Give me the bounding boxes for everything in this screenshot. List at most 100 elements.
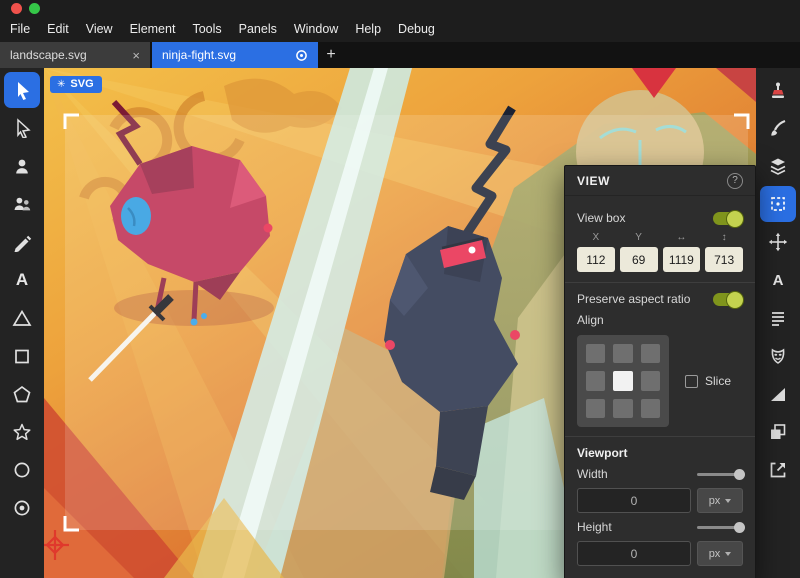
viewbox-width-input[interactable]: 1119 [663, 247, 701, 272]
transform-panel-button[interactable] [760, 224, 796, 260]
left-toolbar: A [0, 68, 44, 578]
y-label: Y [620, 232, 658, 243]
close-icon[interactable]: × [132, 49, 140, 62]
align-cell[interactable] [641, 399, 660, 418]
star-icon [12, 422, 32, 442]
triangle-tool[interactable] [4, 300, 40, 336]
text-lines-icon [768, 308, 788, 328]
theater-mask-icon [768, 346, 788, 366]
panel-title: VIEW [577, 174, 610, 188]
tab-landscape[interactable]: landscape.svg × [0, 42, 150, 68]
slice-checkbox[interactable] [685, 375, 698, 388]
width-arrow-label: ↔ [663, 232, 701, 243]
typography-panel-button[interactable]: A [760, 262, 796, 298]
y-input[interactable]: 69 [620, 247, 658, 272]
unit-label: px [709, 548, 721, 560]
view-panel-header: VIEW ? [565, 166, 755, 196]
triangle-icon [12, 308, 32, 328]
viewbox-height-input[interactable]: 713 [705, 247, 743, 272]
x-input[interactable]: 112 [577, 247, 615, 272]
slope-icon [768, 384, 788, 404]
menu-panels[interactable]: Panels [239, 22, 277, 36]
typography-icon: A [773, 272, 784, 289]
svg-badge-label: SVG [70, 78, 93, 90]
fill-stamp-panel-button[interactable] [760, 72, 796, 108]
menu-edit[interactable]: Edit [47, 22, 69, 36]
rectangle-tool[interactable] [4, 338, 40, 374]
view-panel: VIEW ? View box X 112 Y 69 ↔ 1119 [564, 165, 756, 578]
menu-element[interactable]: Element [130, 22, 176, 36]
viewport-width-slider[interactable] [697, 473, 743, 476]
masking-panel-button[interactable] [760, 338, 796, 374]
text-panel-button[interactable] [760, 300, 796, 336]
select-tool[interactable] [4, 72, 40, 108]
view-box-fields: X 112 Y 69 ↔ 1119 ↕ 713 [577, 232, 743, 272]
cursor-icon [12, 80, 32, 100]
pentagon-icon [12, 384, 32, 404]
square-icon [12, 346, 32, 366]
view-box-toggle[interactable] [713, 212, 743, 225]
ellipse-tool[interactable] [4, 452, 40, 488]
preserve-aspect-ratio-toggle[interactable] [713, 293, 743, 306]
tool-person[interactable] [4, 148, 40, 184]
align-cell[interactable] [613, 399, 632, 418]
svg-mode-badge[interactable]: ✳ SVG [50, 76, 102, 93]
pencil-icon [12, 232, 32, 252]
align-cell-center[interactable] [613, 371, 632, 390]
concentric-circle-tool[interactable] [4, 490, 40, 526]
help-button[interactable]: ? [727, 173, 743, 189]
new-tab-button[interactable]: + [318, 42, 344, 68]
align-cell[interactable] [586, 344, 605, 363]
menu-file[interactable]: File [10, 22, 30, 36]
view-box-label: View box [577, 211, 625, 225]
zoom-window-button[interactable] [29, 3, 40, 14]
pencil-tool[interactable] [4, 224, 40, 260]
menu-tools[interactable]: Tools [192, 22, 221, 36]
x-label: X [577, 232, 615, 243]
stamp-icon [768, 80, 788, 100]
slice-label: Slice [705, 374, 731, 388]
view-panel-button[interactable] [760, 186, 796, 222]
menu-help[interactable]: Help [355, 22, 381, 36]
viewport-height-unit-select[interactable]: px [697, 541, 743, 566]
align-cell[interactable] [613, 344, 632, 363]
person-group-icon [12, 194, 32, 214]
pentagon-tool[interactable] [4, 376, 40, 412]
tool-person-group[interactable] [4, 186, 40, 222]
viewport-width-unit-select[interactable]: px [697, 488, 743, 513]
align-cell[interactable] [586, 371, 605, 390]
tab-status-icon [295, 49, 308, 62]
menu-window[interactable]: Window [294, 22, 338, 36]
tab-label: ninja-fight.svg [162, 48, 236, 62]
viewport-height-input[interactable]: 0 [577, 541, 691, 566]
tab-ninja-fight[interactable]: ninja-fight.svg [152, 42, 318, 68]
view-box-icon [768, 194, 788, 214]
align-anchor-grid[interactable] [577, 335, 669, 427]
menu-debug[interactable]: Debug [398, 22, 435, 36]
chevron-down-icon [725, 499, 731, 503]
filters-panel-button[interactable] [760, 376, 796, 412]
circle-icon [12, 460, 32, 480]
viewport-height-label: Height [577, 520, 612, 534]
height-arrow-label: ↕ [705, 232, 743, 243]
generators-panel-button[interactable] [760, 414, 796, 450]
viewport-height-slider[interactable] [697, 526, 743, 529]
align-cell[interactable] [641, 344, 660, 363]
align-cell[interactable] [641, 371, 660, 390]
tab-bar: landscape.svg × ninja-fight.svg + [0, 42, 800, 68]
brush-icon [768, 118, 788, 138]
viewport-width-input[interactable]: 0 [577, 488, 691, 513]
layers-panel-button[interactable] [760, 148, 796, 184]
close-window-button[interactable] [11, 3, 22, 14]
align-cell[interactable] [586, 399, 605, 418]
layers-icon [768, 156, 788, 176]
export-panel-button[interactable] [760, 452, 796, 488]
star-tool[interactable] [4, 414, 40, 450]
export-icon [768, 460, 788, 480]
viewport-width-label: Width [577, 467, 608, 481]
menu-view[interactable]: View [86, 22, 113, 36]
direct-select-tool[interactable] [4, 110, 40, 146]
align-label: Align [577, 313, 743, 327]
brush-panel-button[interactable] [760, 110, 796, 146]
text-tool[interactable]: A [4, 262, 40, 298]
